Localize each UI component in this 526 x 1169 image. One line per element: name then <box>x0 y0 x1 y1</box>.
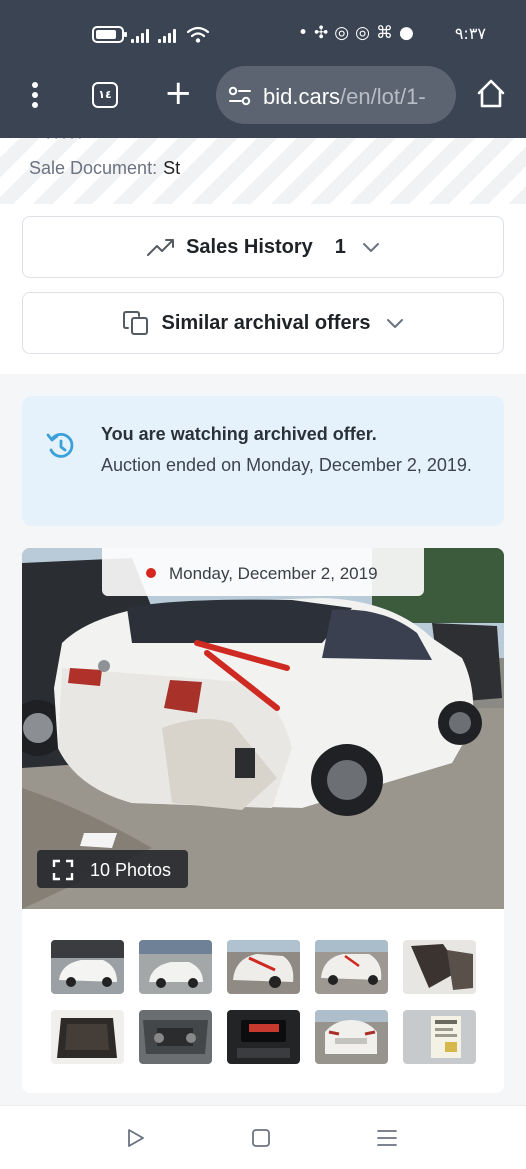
url-path: /en/lot/1- <box>340 84 426 109</box>
battery-level <box>96 30 116 39</box>
auction-date: Monday, December 2, 2019 <box>169 564 378 583</box>
thumbnail-9[interactable] <box>315 1010 388 1064</box>
notice-body: Auction ended on Monday, December 2, 201… <box>101 455 472 475</box>
whatsapp-icon: ◎ <box>355 23 376 43</box>
thumbnail-10[interactable] <box>403 1010 476 1064</box>
signal-icon <box>131 29 149 43</box>
whatsapp-icon: ◎ <box>334 23 356 43</box>
sale-document-section: · · · · · Sale Document:St <box>0 138 526 204</box>
auction-date-badge: Monday, December 2, 2019 <box>102 548 424 596</box>
accordion-panel: Sales History 1 Similar archival offers <box>0 204 526 374</box>
sales-history-accordion[interactable]: Sales History 1 <box>22 216 504 278</box>
similar-offers-label: Similar archival offers <box>161 311 371 334</box>
status-dot <box>146 568 156 578</box>
copy-icon <box>122 311 148 335</box>
fan-icon: ✣ <box>314 23 335 43</box>
trending-up-icon <box>147 239 175 256</box>
fullscreen-icon <box>52 859 74 881</box>
signal-icon <box>158 29 176 43</box>
new-tab-plus-icon[interactable]: + <box>164 76 193 112</box>
wifi-icon <box>186 26 210 43</box>
home-icon[interactable] <box>476 78 506 110</box>
sale-document-row: Sale Document: St <box>29 158 180 179</box>
system-nav-bar <box>0 1105 526 1169</box>
chat-icon: ● <box>398 23 420 43</box>
dot-icon: • <box>298 23 315 43</box>
sales-history-count: 1 <box>334 235 346 258</box>
recents-icon[interactable] <box>376 1128 398 1148</box>
address-bar[interactable]: bid.cars/en/lot/1- <box>216 66 456 124</box>
view-photos-button[interactable]: 10 Photos <box>37 850 188 888</box>
back-icon[interactable] <box>126 1128 146 1148</box>
archived-offer-notice: You are watching archived offer. Auction… <box>22 396 504 526</box>
thumbnail-7[interactable] <box>139 1010 212 1064</box>
status-bar: •✣◎◎⌘● ٩:٣٧ <box>0 0 526 62</box>
home-icon[interactable] <box>251 1128 271 1148</box>
thumbnail-6[interactable] <box>51 1010 124 1064</box>
photo-gallery-card: Monday, December 2, 2019 10 Photos <box>22 548 504 1093</box>
url-text[interactable]: bid.cars/en/lot/1- <box>263 84 426 110</box>
thumbnail-1[interactable] <box>51 940 124 994</box>
chevron-down-icon <box>387 319 404 328</box>
drone-icon: ⌘ <box>375 23 399 43</box>
thumbnail-4[interactable] <box>315 940 388 994</box>
overflow-menu-icon[interactable] <box>26 80 44 110</box>
page-content: · · · · · Sale Document:St Sales History… <box>0 138 526 1105</box>
status-time: ٩:٣٧ <box>454 24 486 43</box>
url-domain: bid.cars <box>263 84 341 109</box>
chevron-down-icon <box>362 243 379 252</box>
site-settings-icon[interactable] <box>228 86 252 106</box>
tab-switcher-button[interactable]: ١٤ <box>92 82 118 108</box>
sale-document-label: Sale Document: <box>29 158 158 178</box>
history-icon <box>46 432 74 458</box>
thumbnail-2[interactable] <box>139 940 212 994</box>
sales-history-label: Sales History <box>186 235 313 258</box>
notification-icons: •✣◎◎⌘● <box>298 23 420 43</box>
similar-offers-accordion[interactable]: Similar archival offers <box>22 292 504 354</box>
thumbnail-3[interactable] <box>227 940 300 994</box>
battery-icon <box>92 26 127 43</box>
thumbnail-8[interactable] <box>227 1010 300 1064</box>
browser-toolbar: ١٤ + bid.cars/en/lot/1- <box>0 62 526 138</box>
photos-count-label: 10 Photos <box>90 860 172 880</box>
notice-title: You are watching archived offer. <box>101 424 377 444</box>
thumbnail-5[interactable] <box>403 940 476 994</box>
sale-document-value: St <box>163 158 181 178</box>
